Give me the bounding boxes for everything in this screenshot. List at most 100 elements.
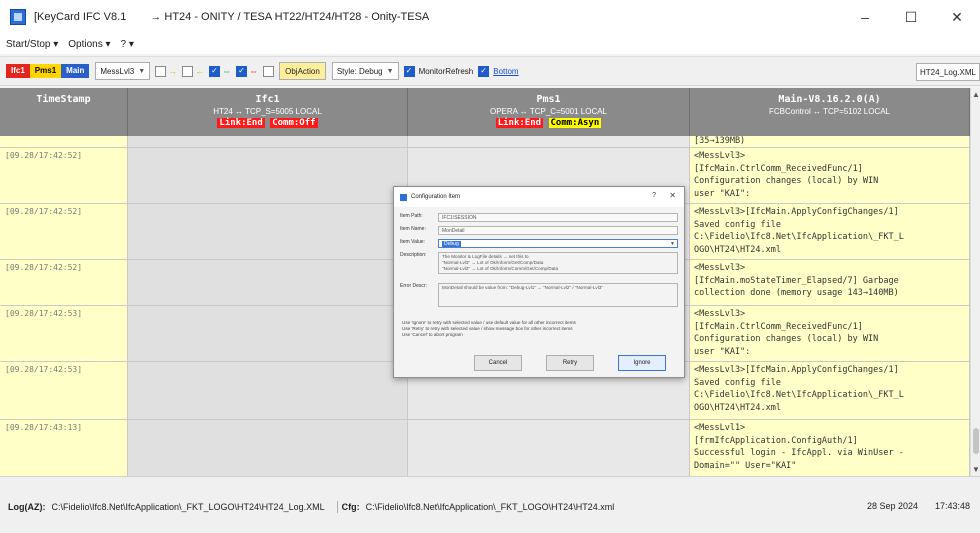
checkbox-icon[interactable] xyxy=(155,65,167,77)
menu-help[interactable]: ? ▾ xyxy=(115,39,138,50)
monitor-refresh-toggle[interactable]: MonitorRefresh xyxy=(403,65,474,77)
timestamp-cell: [09.28/17:42:52] xyxy=(0,148,128,203)
checkbox-checked-icon[interactable] xyxy=(236,65,248,77)
main-message-cell: <MessLvl3> [IfcMain.CtrlComm_ReceivedFun… xyxy=(690,148,970,203)
main-message-cell: <MessLvl1> [frmIfcApplication.ConfigAuth… xyxy=(690,420,970,476)
ifc-cell xyxy=(128,420,408,476)
ifc-cell xyxy=(128,306,408,361)
scrollbar-thumb[interactable] xyxy=(973,428,979,454)
item-name-label: Item Name: xyxy=(400,226,426,232)
link-status-badge: Link:End xyxy=(217,118,265,128)
message-level-value: MessLvl3 xyxy=(100,66,135,76)
status-bar: Log(AZ): C:\Fidelio\Ifc8.Net\IfcApplicat… xyxy=(0,476,980,533)
error-row: Error Descr: MonDetail should be value f… xyxy=(400,283,678,307)
scroll-down-icon[interactable]: ▼ xyxy=(972,465,980,474)
comm-status-badge: Comm:Off xyxy=(270,118,318,128)
link-status-badge: Link:End xyxy=(495,118,544,128)
ignore-button[interactable]: Ignore xyxy=(618,355,666,371)
app-title: [KeyCard IFC V8.1 xyxy=(34,11,127,23)
chevron-down-icon: ▼ xyxy=(138,67,146,75)
item-value-select[interactable]: Debug ▼ xyxy=(438,239,678,248)
arrow-left-icon: ← xyxy=(195,66,205,76)
retry-button[interactable]: Retry xyxy=(546,355,594,371)
vertical-scrollbar[interactable]: ▲ ▼ xyxy=(970,88,980,476)
item-name-row: Item Name: MonDetail xyxy=(400,226,678,235)
timestamp-cell: [09.28/17:42:53] xyxy=(0,306,128,361)
filter-left-toggle[interactable]: ← xyxy=(182,65,205,77)
dialog-close-icon[interactable]: ✕ xyxy=(669,191,676,200)
checkbox-checked-icon[interactable] xyxy=(209,65,221,77)
checkbox-icon[interactable] xyxy=(263,65,275,77)
menu-start-stop[interactable]: Start/Stop ▾ xyxy=(0,39,62,50)
arrow-right-icon: → xyxy=(168,66,178,76)
ifc-cell xyxy=(128,136,408,147)
description-row: Description: The Monitor & LogFile detai… xyxy=(400,252,678,274)
error-text: MonDetail should be value from: "Debug-L… xyxy=(438,283,678,307)
table-row[interactable]: [35→139MB) xyxy=(0,136,972,148)
column-title: Ifc1 xyxy=(255,94,280,105)
ifc-tag-button[interactable]: Ifc1 xyxy=(6,64,30,78)
dialog-app-icon xyxy=(400,193,407,201)
status-time: 17:43:48 xyxy=(934,501,970,511)
pms-tag-button[interactable]: Pms1 xyxy=(29,64,62,78)
style-select[interactable]: Style: Debug ▼ xyxy=(331,62,399,80)
arrow-both-icon: ⇔ xyxy=(222,66,232,76)
column-header-main[interactable]: Main-V8.16.2.0(A) FCBControl ↔ TCP=5102 … xyxy=(690,88,970,136)
close-button[interactable]: ✕ xyxy=(934,0,980,34)
column-status: Link:End Comm:Off xyxy=(128,118,407,128)
column-header-timestamp[interactable]: TimeStamp xyxy=(0,88,128,136)
item-name-field: MonDetail xyxy=(438,226,678,235)
dialog-title-bar: Configuration Item xyxy=(394,187,684,207)
column-header-pms[interactable]: Pms1 OPERA ↔ TCP_C=5001 LOCAL Link:End C… xyxy=(408,88,690,136)
log-path: C:\Fidelio\Ifc8.Net\IfcApplication\_FKT_… xyxy=(51,502,325,512)
description-label: Description: xyxy=(400,252,427,258)
status-paths: Log(AZ): C:\Fidelio\Ifc8.Net\IfcApplicat… xyxy=(8,501,622,513)
obj-action-button[interactable]: ObjAction xyxy=(279,62,326,80)
log-label: Log(AZ): xyxy=(8,502,46,512)
column-connection: OPERA ↔ TCP_C=5001 LOCAL xyxy=(489,107,608,116)
pms-cell xyxy=(408,420,690,476)
app-icon xyxy=(10,9,26,25)
table-row[interactable]: [09.28/17:43:13] <MessLvl1> [frmIfcAppli… xyxy=(0,420,972,476)
item-path-label: Item Path: xyxy=(400,213,423,219)
config-label: Cfg: xyxy=(341,502,360,512)
bottom-link[interactable]: Bottom xyxy=(493,67,518,76)
item-value-row: Item Value: Debug ▼ xyxy=(400,239,678,248)
cancel-button[interactable]: Cancel xyxy=(474,355,522,371)
monitor-refresh-label: MonitorRefresh xyxy=(418,66,474,76)
ifc-cell xyxy=(128,260,408,305)
configuration-dialog: Configuration Item ? ✕ Item Path: IFC1\S… xyxy=(393,186,685,378)
dialog-instructions: Use 'Ignore' to retry with selected valu… xyxy=(402,320,576,337)
chevron-down-icon: ▼ xyxy=(670,241,675,247)
item-value-selected: Debug xyxy=(442,241,461,247)
column-title: Main-V8.16.2.0(A) xyxy=(778,94,881,105)
log-file-field[interactable]: HT24_Log.XML xyxy=(915,63,980,81)
timestamp-cell: [09.28/17:42:52] xyxy=(0,204,128,259)
checkbox-checked-icon[interactable] xyxy=(403,65,415,77)
column-header-ifc[interactable]: Ifc1 HT24 ↔ TCP_S=5005 LOCAL Link:End Co… xyxy=(128,88,408,136)
filter-right-toggle[interactable]: → xyxy=(155,65,178,77)
config-path: C:\Fidelio\Ifc8.Net\IfcApplication\_FKT_… xyxy=(365,502,615,512)
obj-action-toggle[interactable] xyxy=(263,65,275,77)
timestamp-cell xyxy=(0,136,128,147)
help-icon[interactable]: ? xyxy=(652,192,656,199)
column-connection: HT24 ↔ TCP_S=5005 LOCAL xyxy=(213,107,322,116)
menu-options[interactable]: Options ▾ xyxy=(62,39,114,50)
message-level-select[interactable]: MessLvl3 ▼ xyxy=(95,62,151,80)
main-message-cell: <MessLvl3> [IfcMain.moStateTimer_Elapsed… xyxy=(690,260,970,305)
checkbox-checked-icon[interactable] xyxy=(478,65,490,77)
timestamp-cell: [09.28/17:43:13] xyxy=(0,420,128,476)
bottom-toggle[interactable]: Bottom xyxy=(478,65,519,77)
main-tag-button[interactable]: Main xyxy=(61,64,90,78)
checkbox-icon[interactable] xyxy=(182,65,194,77)
item-path-field: IFC1\SESSION xyxy=(438,213,678,222)
filter-both-toggle[interactable]: ⇔ xyxy=(209,65,232,77)
maximize-button[interactable]: ☐ xyxy=(888,0,934,34)
item-path-row: Item Path: IFC1\SESSION xyxy=(400,213,678,222)
scroll-up-icon[interactable]: ▲ xyxy=(972,90,980,99)
main-message-cell: <MessLvl3>[IfcMain.ApplyConfigChanges/1]… xyxy=(690,204,970,259)
style-value: Style: Debug xyxy=(336,66,383,76)
minimize-button[interactable]: – xyxy=(842,0,888,34)
filter-both-red-toggle[interactable]: ⇔ xyxy=(236,65,258,77)
ifc-cell xyxy=(128,362,408,419)
